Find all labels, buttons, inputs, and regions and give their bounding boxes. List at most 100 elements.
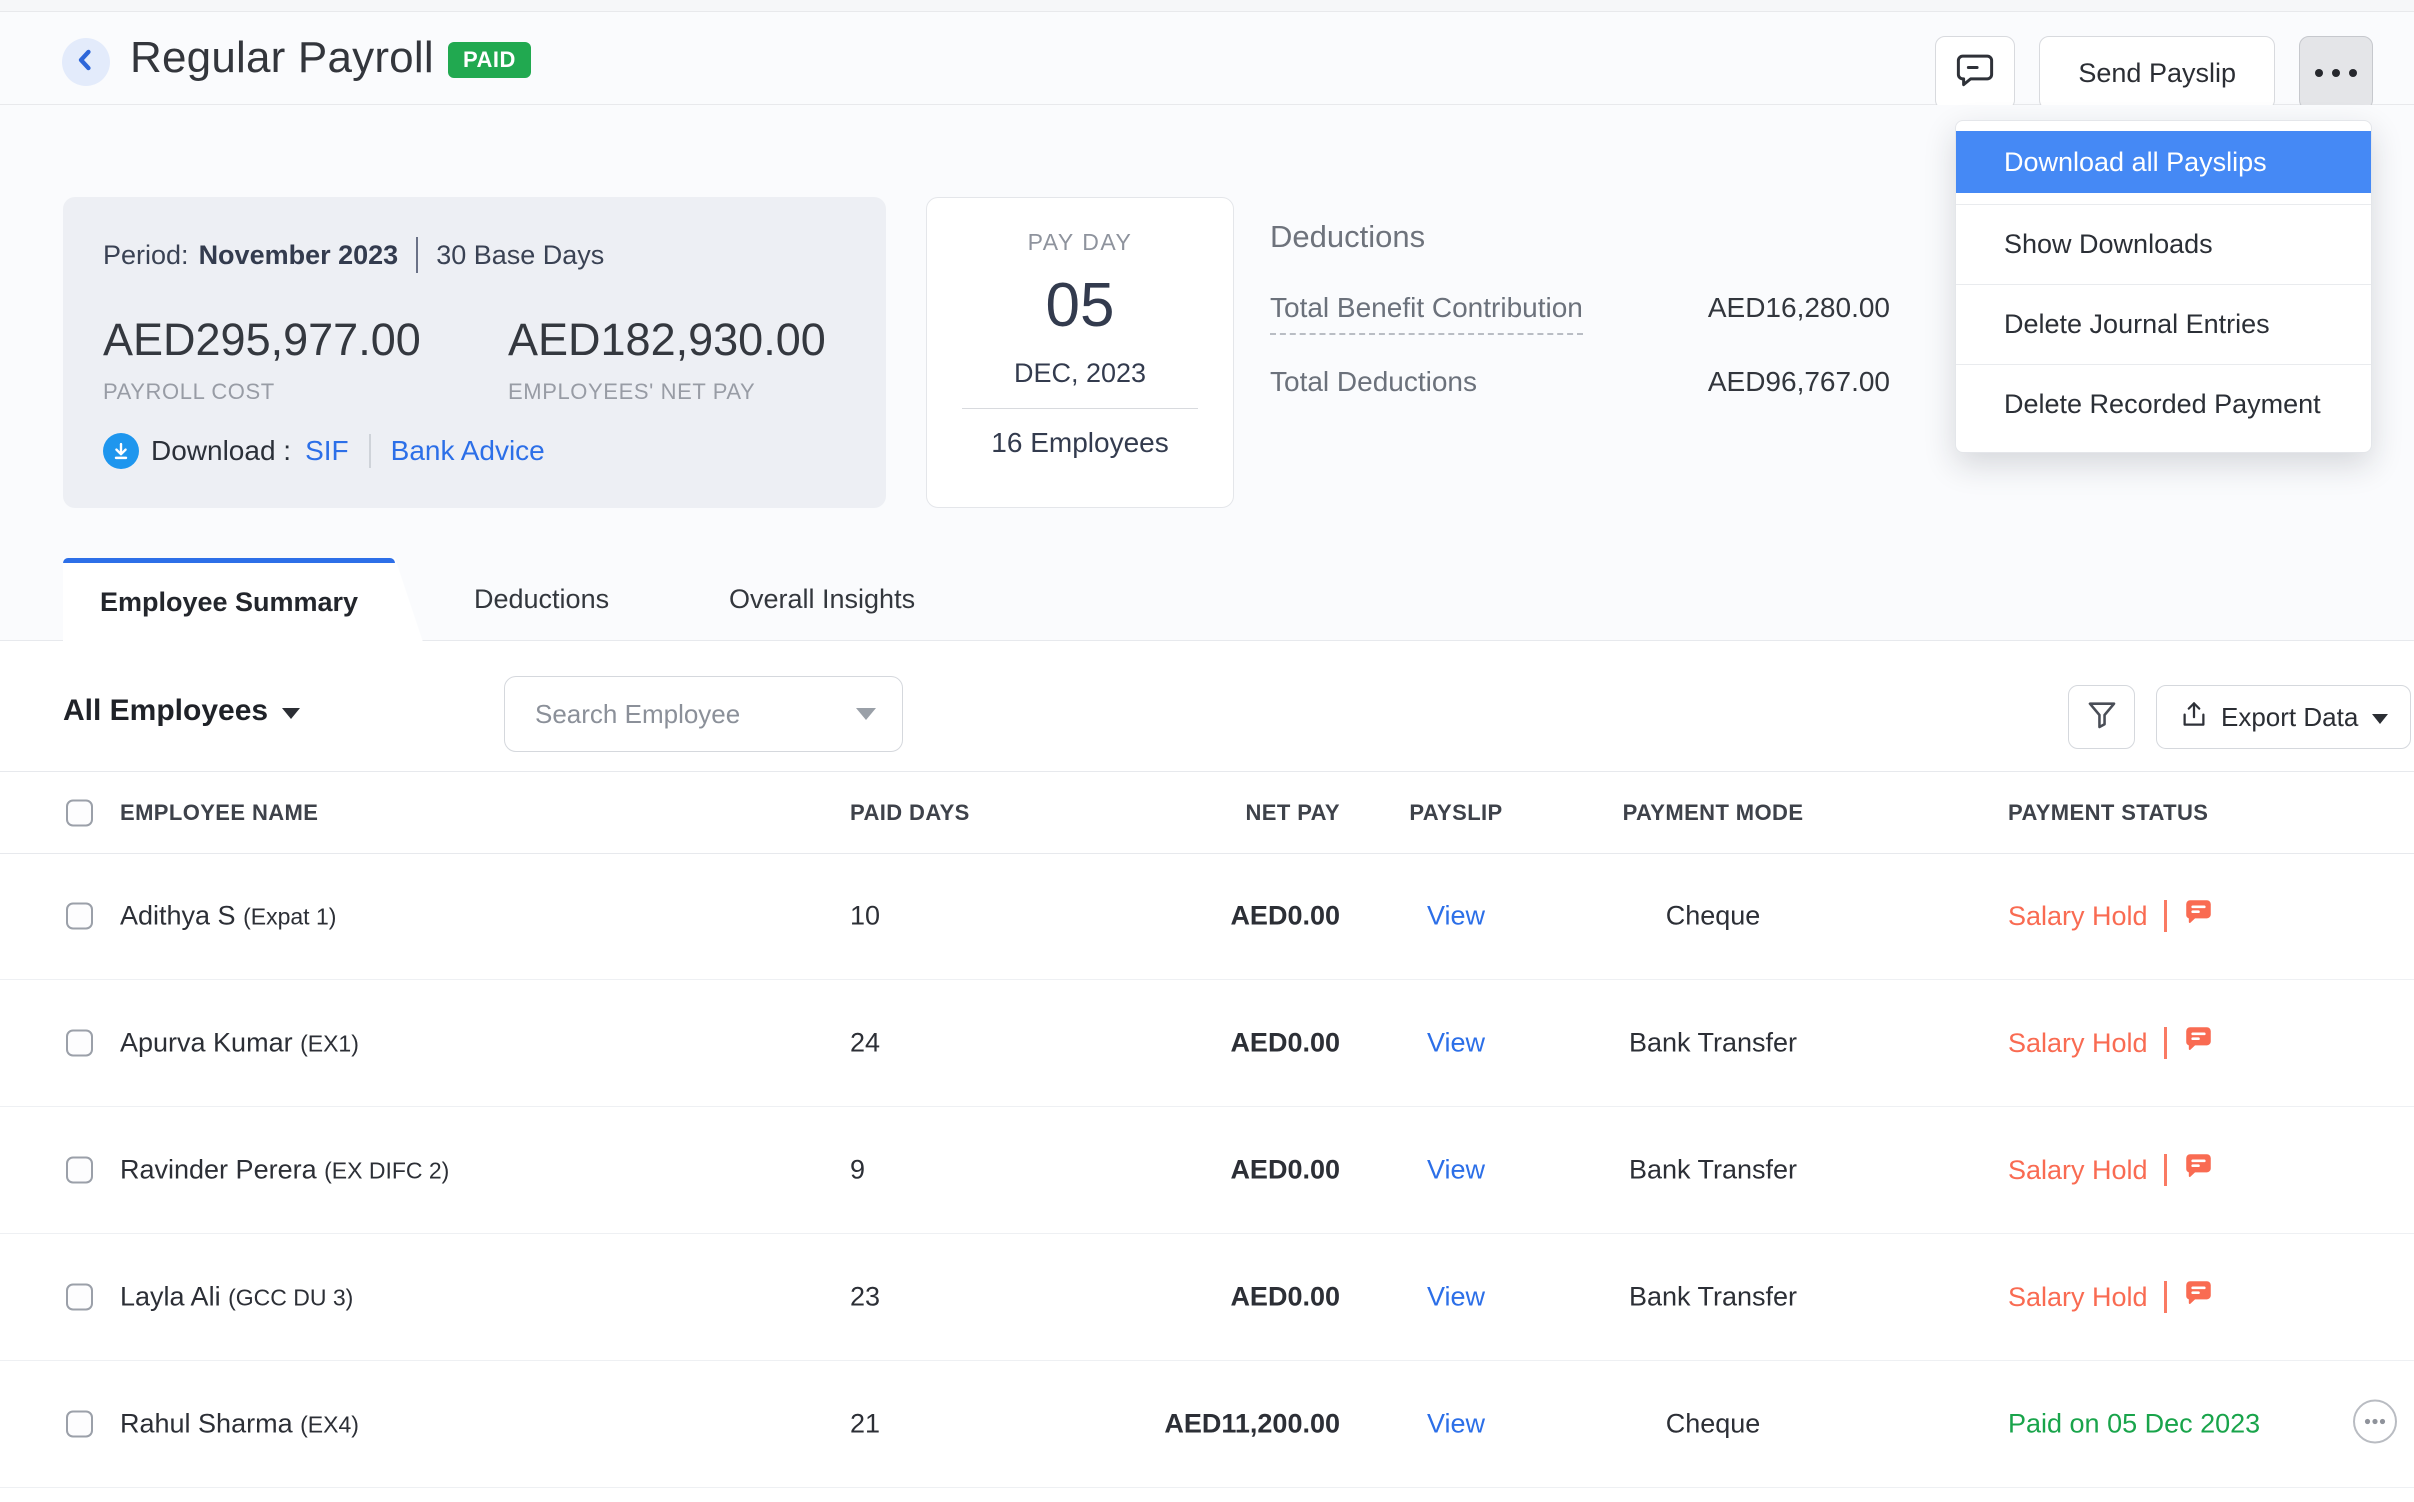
- payment-mode-cell: Cheque: [1603, 901, 1823, 932]
- divider: [2164, 1281, 2167, 1313]
- deduction-row: Total Deductions AED96,767.00: [1270, 365, 1890, 399]
- paid-days-cell: 24: [850, 1028, 880, 1059]
- all-employees-dropdown[interactable]: All Employees: [63, 694, 300, 728]
- page-header: Regular Payroll PAID Send Payslip: [0, 12, 2414, 105]
- salary-hold-comment-icon[interactable]: [2183, 897, 2214, 935]
- menu-item-download-all-payslips[interactable]: Download all Payslips: [1956, 131, 2371, 193]
- employee-name-cell: Ravinder Perera (EX DIFC 2): [120, 1155, 449, 1186]
- paid-days-cell: 23: [850, 1282, 880, 1313]
- period-value: November 2023: [199, 238, 399, 272]
- row-checkbox[interactable]: [66, 1284, 93, 1311]
- deductions-panel: Deductions Total Benefit Contribution AE…: [1270, 218, 1890, 399]
- employee-name-cell: Apurva Kumar (EX1): [120, 1028, 359, 1059]
- tab-employee-summary[interactable]: Employee Summary: [63, 558, 423, 642]
- payday-day: 05: [1046, 270, 1115, 342]
- more-actions-button[interactable]: [2299, 36, 2373, 110]
- window-top-strip: [0, 0, 2414, 12]
- payment-status-cell: Salary Hold: [2008, 1151, 2214, 1189]
- divider: [962, 408, 1198, 409]
- table-row: Adithya S (Expat 1) 10 AED0.00 View Cheq…: [0, 853, 2414, 980]
- filter-button[interactable]: [2068, 685, 2135, 749]
- export-data-button[interactable]: Export Data: [2156, 685, 2411, 749]
- all-employees-label: All Employees: [63, 694, 268, 728]
- chevron-down-icon: [2372, 714, 2388, 724]
- column-payslip: PAYSLIP: [1396, 800, 1516, 826]
- download-sif-link[interactable]: SIF: [305, 435, 349, 467]
- menu-item-show-downloads[interactable]: Show Downloads: [1956, 204, 2371, 284]
- divider: [369, 434, 371, 468]
- select-all-checkbox[interactable]: [66, 799, 93, 826]
- payment-status-text: Paid on 05 Dec 2023: [2008, 1409, 2260, 1440]
- payroll-detail-page: Regular Payroll PAID Send Payslip Downlo…: [0, 0, 2414, 1502]
- view-payslip-link[interactable]: View: [1396, 1282, 1516, 1313]
- deduction-value: AED96,767.00: [1708, 365, 1890, 399]
- period-label: Period:: [103, 238, 189, 272]
- payment-status-cell: Salary Hold: [2008, 897, 2214, 935]
- view-payslip-link[interactable]: View: [1396, 1155, 1516, 1186]
- export-icon: [2179, 699, 2221, 736]
- tab-deductions[interactable]: Deductions: [474, 558, 609, 641]
- employee-name-cell: Rahul Sharma (EX4): [120, 1409, 359, 1440]
- paid-days-cell: 21: [850, 1409, 880, 1440]
- tab-label: Employee Summary: [63, 563, 395, 642]
- net-pay-cell: AED0.00: [1100, 1282, 1340, 1313]
- menu-item-delete-journal-entries[interactable]: Delete Journal Entries: [1956, 284, 2371, 364]
- deduction-value: AED16,280.00: [1708, 291, 1890, 325]
- view-payslip-link[interactable]: View: [1396, 1028, 1516, 1059]
- row-checkbox[interactable]: [66, 1157, 93, 1184]
- payroll-cost-block: AED295,977.00 PAYROLL COST: [103, 313, 443, 405]
- send-payslip-button[interactable]: Send Payslip: [2039, 36, 2275, 110]
- net-pay-label: EMPLOYEES' NET PAY: [508, 379, 848, 405]
- row-checkbox[interactable]: [66, 1411, 93, 1438]
- comment-button[interactable]: [1935, 36, 2015, 110]
- net-pay-cell: AED0.00: [1100, 901, 1340, 932]
- funnel-icon: [2085, 698, 2119, 737]
- column-employee-name: EMPLOYEE NAME: [120, 800, 318, 826]
- salary-hold-comment-icon[interactable]: [2183, 1151, 2214, 1189]
- payment-status-text: Salary Hold: [2008, 1028, 2148, 1059]
- payment-mode-cell: Bank Transfer: [1603, 1155, 1823, 1186]
- employee-name-cell: Adithya S (Expat 1): [120, 901, 336, 932]
- row-checkbox[interactable]: [66, 1030, 93, 1057]
- deduction-label[interactable]: Total Deductions: [1270, 365, 1477, 399]
- download-bank-advice-link[interactable]: Bank Advice: [391, 435, 545, 467]
- row-more-button[interactable]: [2352, 1399, 2398, 1450]
- table-header: EMPLOYEE NAME PAID DAYS NET PAY PAYSLIP …: [0, 771, 2414, 854]
- status-badge: PAID: [448, 42, 531, 78]
- tab-overall-insights[interactable]: Overall Insights: [729, 558, 915, 641]
- back-button[interactable]: [62, 38, 110, 86]
- base-days: 30 Base Days: [436, 238, 604, 272]
- payroll-cost-label: PAYROLL COST: [103, 379, 443, 405]
- menu-item-delete-recorded-payment[interactable]: Delete Recorded Payment: [1956, 364, 2371, 444]
- salary-hold-comment-icon[interactable]: [2183, 1024, 2214, 1062]
- table-row: Apurva Kumar (EX1) 24 AED0.00 View Bank …: [0, 980, 2414, 1107]
- view-payslip-link[interactable]: View: [1396, 1409, 1516, 1440]
- paid-days-cell: 9: [850, 1155, 865, 1186]
- column-payment-mode: PAYMENT MODE: [1603, 800, 1823, 826]
- period-card: Period: November 2023 30 Base Days AED29…: [63, 197, 886, 508]
- row-checkbox[interactable]: [66, 903, 93, 930]
- net-pay-cell: AED0.00: [1100, 1028, 1340, 1059]
- download-label: Download :: [151, 435, 291, 467]
- net-pay-cell: AED0.00: [1100, 1155, 1340, 1186]
- view-payslip-link[interactable]: View: [1396, 901, 1516, 932]
- payday-label: PAY DAY: [1028, 228, 1133, 256]
- payday-card: PAY DAY 05 DEC, 2023 16 Employees: [926, 197, 1234, 508]
- salary-hold-comment-icon[interactable]: [2183, 1278, 2214, 1316]
- search-input[interactable]: [533, 698, 837, 731]
- download-links: SIF Bank Advice: [305, 434, 545, 468]
- payment-status-cell: Salary Hold: [2008, 1024, 2214, 1062]
- divider: [2164, 900, 2167, 932]
- employee-summary-panel: All Employees Export Data: [0, 641, 2414, 1502]
- payment-mode-cell: Cheque: [1603, 1409, 1823, 1440]
- deduction-row: Total Benefit Contribution AED16,280.00: [1270, 291, 1890, 335]
- employee-search[interactable]: [504, 676, 903, 752]
- download-icon[interactable]: [103, 433, 139, 469]
- payment-status-text: Salary Hold: [2008, 1155, 2148, 1186]
- payment-mode-cell: Bank Transfer: [1603, 1282, 1823, 1313]
- deduction-label[interactable]: Total Benefit Contribution: [1270, 291, 1583, 335]
- comment-icon: [1954, 50, 1996, 97]
- payment-mode-cell: Bank Transfer: [1603, 1028, 1823, 1059]
- employee-name-cell: Layla Ali (GCC DU 3): [120, 1282, 353, 1313]
- payday-monthyear: DEC, 2023: [1014, 356, 1146, 390]
